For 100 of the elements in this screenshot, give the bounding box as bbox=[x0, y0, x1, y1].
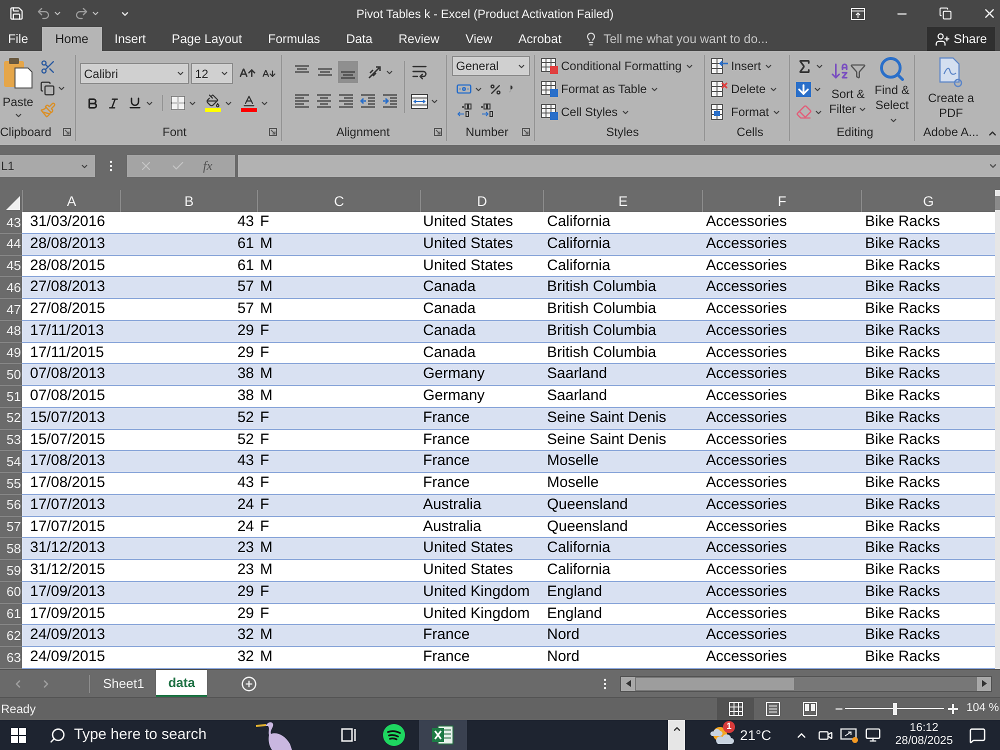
scroll-left-icon[interactable] bbox=[626, 680, 630, 687]
sheet-tab[interactable]: data bbox=[156, 670, 207, 697]
normal-view-icon[interactable] bbox=[728, 702, 743, 716]
ribbon-tab[interactable]: Insert bbox=[102, 27, 159, 51]
delete-cells-icon[interactable] bbox=[711, 81, 728, 97]
restore-icon[interactable] bbox=[939, 7, 952, 20]
caret-icon[interactable] bbox=[815, 62, 824, 71]
create-pdf-button[interactable]: Create a PDF bbox=[925, 55, 977, 123]
ribbon-tab[interactable]: Page Layout bbox=[158, 27, 255, 51]
cells-command[interactable]: Format bbox=[711, 103, 789, 121]
dialog-launcher-icon[interactable] bbox=[434, 128, 442, 136]
expand-formula-bar-icon[interactable] bbox=[988, 161, 998, 171]
spreadsheet-app-icon[interactable] bbox=[432, 725, 454, 745]
row-header[interactable]: 45 bbox=[0, 256, 22, 278]
temperature[interactable]: 21°C bbox=[740, 724, 772, 746]
screen-share-icon[interactable] bbox=[840, 727, 858, 743]
clipboard-icon[interactable] bbox=[3, 57, 33, 89]
close-icon[interactable] bbox=[982, 6, 997, 21]
ribbon-tab[interactable]: Home bbox=[42, 27, 102, 51]
number-format-field[interactable]: General bbox=[452, 56, 530, 76]
row-header[interactable]: 61 bbox=[0, 604, 22, 626]
horizontal-scrollbar[interactable] bbox=[620, 676, 992, 692]
percent-icon[interactable] bbox=[489, 82, 502, 96]
ribbon-display-options-icon[interactable] bbox=[851, 8, 865, 20]
cells-command[interactable]: Delete bbox=[711, 80, 789, 98]
task-view-icon[interactable] bbox=[341, 728, 357, 742]
orientation-icon[interactable] bbox=[367, 64, 383, 80]
align-left-icon[interactable] bbox=[294, 93, 310, 109]
format-table-icon[interactable] bbox=[541, 81, 558, 97]
caret-icon[interactable] bbox=[430, 97, 439, 106]
page-layout-view-icon[interactable] bbox=[766, 702, 780, 716]
italic-icon[interactable] bbox=[107, 96, 120, 110]
dialog-launcher-icon[interactable] bbox=[63, 128, 71, 136]
sheet-tab[interactable]: Sheet1 bbox=[91, 670, 156, 697]
pdf-document-icon[interactable] bbox=[938, 55, 964, 89]
caret-icon[interactable] bbox=[220, 69, 229, 78]
spotify-icon[interactable] bbox=[383, 724, 405, 746]
caret-icon[interactable] bbox=[91, 9, 100, 18]
styles-command[interactable]: Format as Table bbox=[541, 80, 704, 98]
borders-icon[interactable] bbox=[171, 96, 185, 110]
font-name-field[interactable]: Calibri bbox=[80, 63, 189, 84]
ribbon-tab[interactable]: Review bbox=[385, 27, 452, 51]
insert-function-button[interactable]: fx bbox=[203, 156, 212, 176]
decrease-decimal-icon[interactable] bbox=[480, 103, 496, 117]
find-select-button[interactable]: Find & Select bbox=[870, 55, 914, 123]
caret-icon[interactable] bbox=[813, 85, 822, 94]
page-break-view-icon[interactable] bbox=[802, 702, 817, 716]
caret-icon[interactable] bbox=[57, 84, 66, 93]
cell-styles-icon[interactable] bbox=[541, 104, 558, 120]
tell-me-field[interactable]: Tell me what you want to do... bbox=[603, 30, 794, 48]
ribbon-tab[interactable]: Formulas bbox=[254, 27, 334, 51]
increase-decimal-icon[interactable] bbox=[456, 103, 472, 117]
sort-filter-button[interactable]: Sort & Filter bbox=[826, 55, 870, 123]
increase-indent-icon[interactable] bbox=[382, 93, 398, 109]
insert-cells-icon[interactable] bbox=[711, 58, 728, 74]
person-plus-icon[interactable] bbox=[934, 32, 950, 46]
zoom-in-icon[interactable] bbox=[948, 704, 958, 714]
styles-command[interactable]: Conditional Formatting bbox=[541, 57, 704, 75]
caret-icon[interactable] bbox=[14, 111, 22, 120]
taskbar-search-field[interactable]: Type here to search bbox=[74, 724, 244, 746]
bold-icon[interactable] bbox=[86, 96, 99, 110]
chevron-up-icon[interactable] bbox=[672, 724, 682, 734]
dialog-launcher-icon[interactable] bbox=[269, 128, 277, 136]
copy-icon[interactable] bbox=[40, 81, 55, 96]
save-icon[interactable] bbox=[9, 6, 24, 21]
align-right-icon[interactable] bbox=[338, 93, 354, 109]
vertical-scrollbar[interactable] bbox=[995, 190, 1000, 669]
formula-input[interactable] bbox=[238, 155, 1000, 177]
ribbon-tab[interactable]: View bbox=[452, 27, 506, 51]
comma-style-icon[interactable] bbox=[508, 85, 513, 93]
zoom-slider-thumb[interactable] bbox=[892, 703, 897, 715]
select-all-icon[interactable] bbox=[6, 196, 20, 210]
font-color-icon[interactable] bbox=[241, 94, 257, 112]
paste-button[interactable]: Paste bbox=[0, 57, 36, 123]
share-button[interactable]: Share bbox=[926, 27, 995, 51]
underline-icon[interactable] bbox=[128, 96, 142, 110]
styles-command[interactable]: Cell Styles bbox=[541, 103, 704, 121]
clock[interactable]: 16:12 28/08/2025 bbox=[895, 722, 953, 748]
caret-icon[interactable] bbox=[176, 69, 185, 78]
wrap-text-icon[interactable] bbox=[411, 63, 428, 80]
new-sheet-icon[interactable] bbox=[240, 676, 257, 692]
zoom-slider-track[interactable] bbox=[845, 703, 944, 715]
conditional-formatting-icon[interactable] bbox=[541, 58, 558, 74]
row-header[interactable]: 53 bbox=[0, 430, 22, 452]
network-icon[interactable] bbox=[865, 727, 882, 743]
align-center-icon[interactable] bbox=[316, 93, 332, 109]
merge-cells-icon[interactable] bbox=[411, 94, 428, 109]
caret-icon[interactable] bbox=[53, 9, 62, 18]
fill-down-icon[interactable] bbox=[796, 82, 811, 97]
search-icon[interactable] bbox=[49, 726, 66, 744]
row-header[interactable]: 49 bbox=[0, 342, 22, 364]
zoom-level[interactable]: 104 % bbox=[966, 700, 999, 718]
view-button[interactable] bbox=[717, 698, 754, 720]
notifications-icon[interactable] bbox=[969, 726, 986, 744]
decrease-indent-icon[interactable] bbox=[360, 93, 376, 109]
windows-logo-icon[interactable] bbox=[11, 728, 26, 742]
ribbon-tab[interactable]: Data bbox=[333, 27, 386, 51]
ribbon-tab[interactable]: Acrobat bbox=[505, 27, 574, 51]
fill-color-icon[interactable] bbox=[205, 94, 221, 112]
ribbon-tab[interactable]: File bbox=[0, 27, 36, 51]
